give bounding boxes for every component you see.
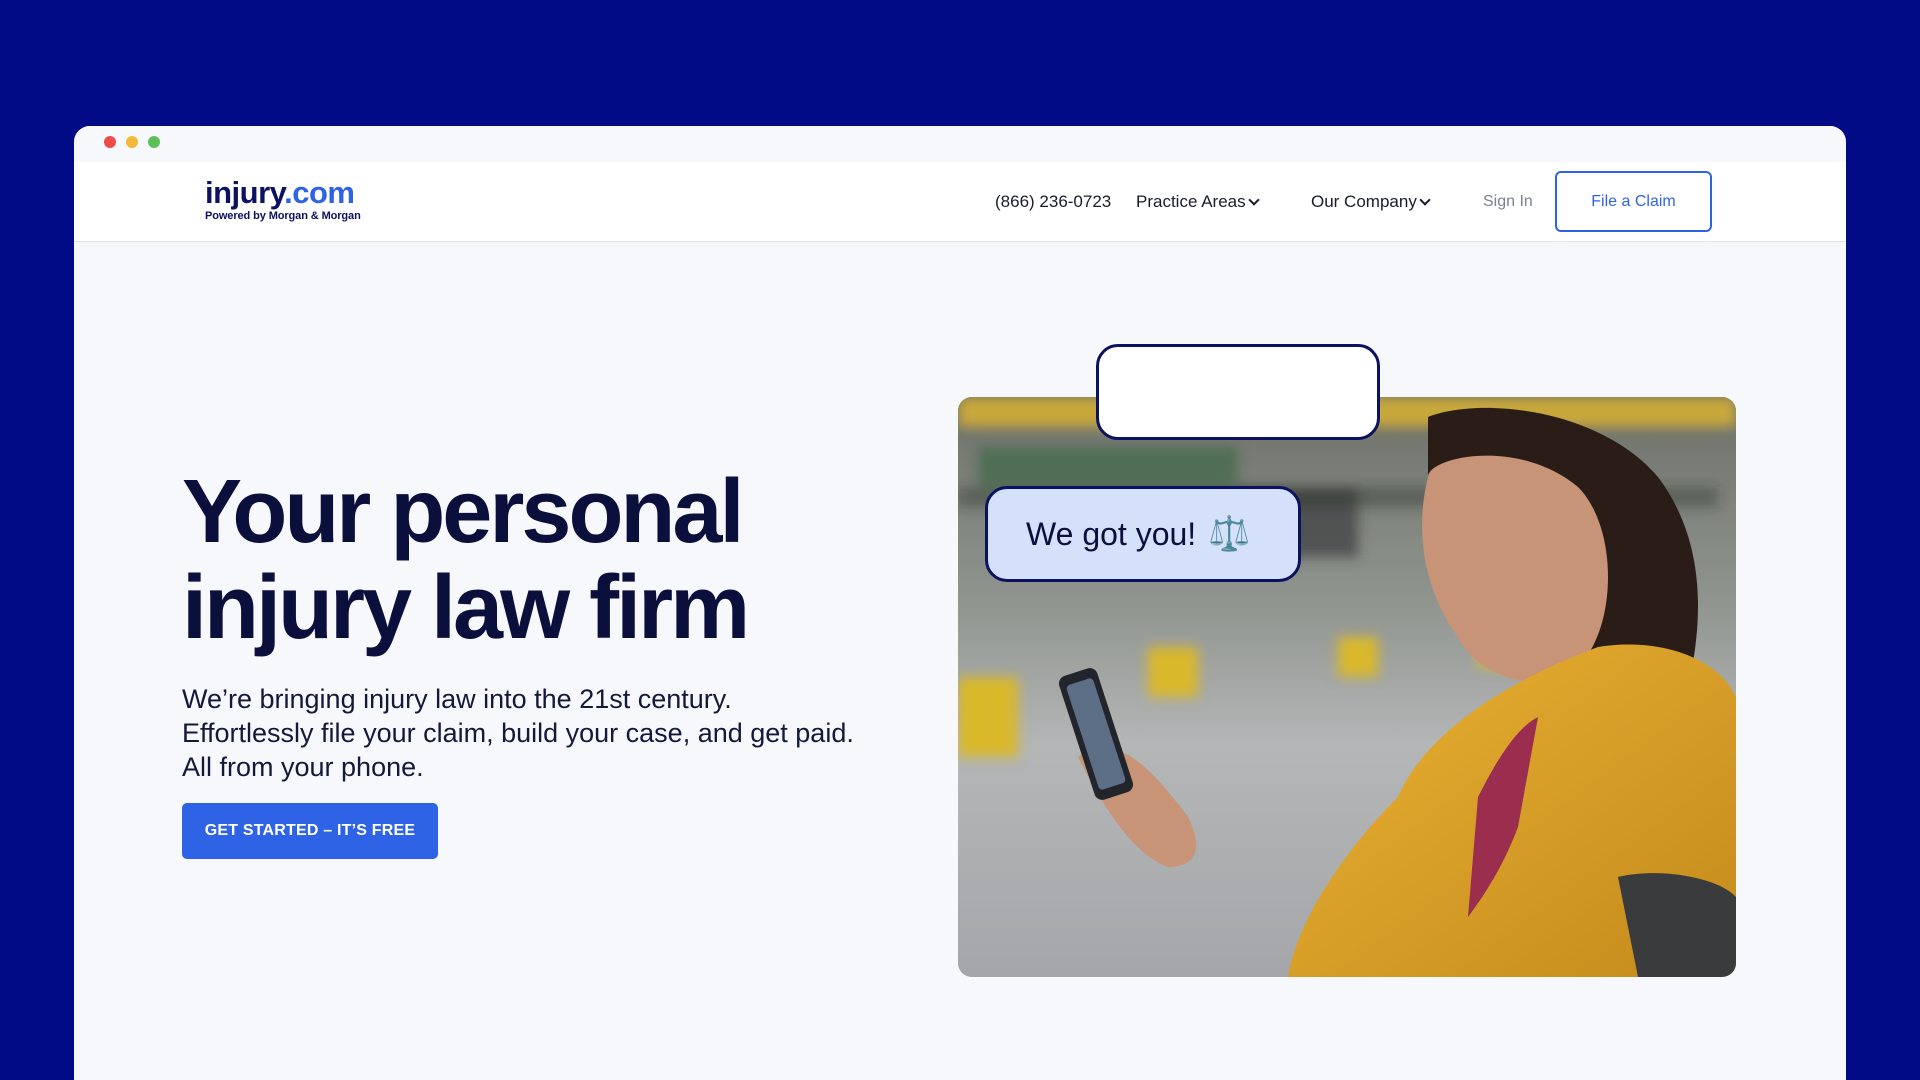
chat-bubble-top bbox=[1096, 344, 1380, 440]
nav-practice-areas-label: Practice Areas bbox=[1136, 192, 1246, 211]
file-claim-button[interactable]: File a Claim bbox=[1555, 171, 1712, 232]
browser-window: injury.com Powered by Morgan & Morgan (8… bbox=[74, 126, 1846, 1080]
woman-using-phone-photo bbox=[958, 397, 1736, 977]
nav-practice-areas[interactable]: Practice Areas bbox=[1136, 192, 1260, 212]
chevron-down-icon bbox=[1419, 194, 1431, 206]
chat-bubble-main: We got you! ⚖️ bbox=[985, 486, 1301, 582]
minimize-window-icon[interactable] bbox=[126, 136, 138, 148]
hero-title-line2: injury law firm bbox=[182, 558, 750, 658]
nav-our-company-label: Our Company bbox=[1311, 192, 1417, 211]
nav-our-company[interactable]: Our Company bbox=[1311, 192, 1431, 212]
scale-icon: ⚖️ bbox=[1208, 515, 1251, 553]
main-nav: (866) 236-0723 Practice Areas Our Compan… bbox=[74, 162, 1846, 242]
chat-bubble-text: We got you! bbox=[1026, 515, 1197, 552]
site-header: injury.com Powered by Morgan & Morgan (8… bbox=[74, 162, 1846, 242]
close-window-icon[interactable] bbox=[104, 136, 116, 148]
get-started-button[interactable]: GET STARTED – IT’S FREE bbox=[182, 803, 438, 859]
hero-subtitle: We’re bringing injury law into the 21st … bbox=[182, 684, 854, 782]
chevron-down-icon bbox=[1247, 194, 1260, 206]
sign-in-link[interactable]: Sign In bbox=[1483, 193, 1533, 211]
maximize-window-icon[interactable] bbox=[148, 136, 160, 148]
phone-link[interactable]: (866) 236-0723 bbox=[995, 192, 1111, 212]
hero-photo bbox=[958, 397, 1736, 977]
window-titlebar bbox=[74, 126, 1846, 162]
hero-title-line1: Your personal bbox=[182, 462, 744, 562]
hero-title: Your personal injury law firm bbox=[182, 464, 902, 656]
